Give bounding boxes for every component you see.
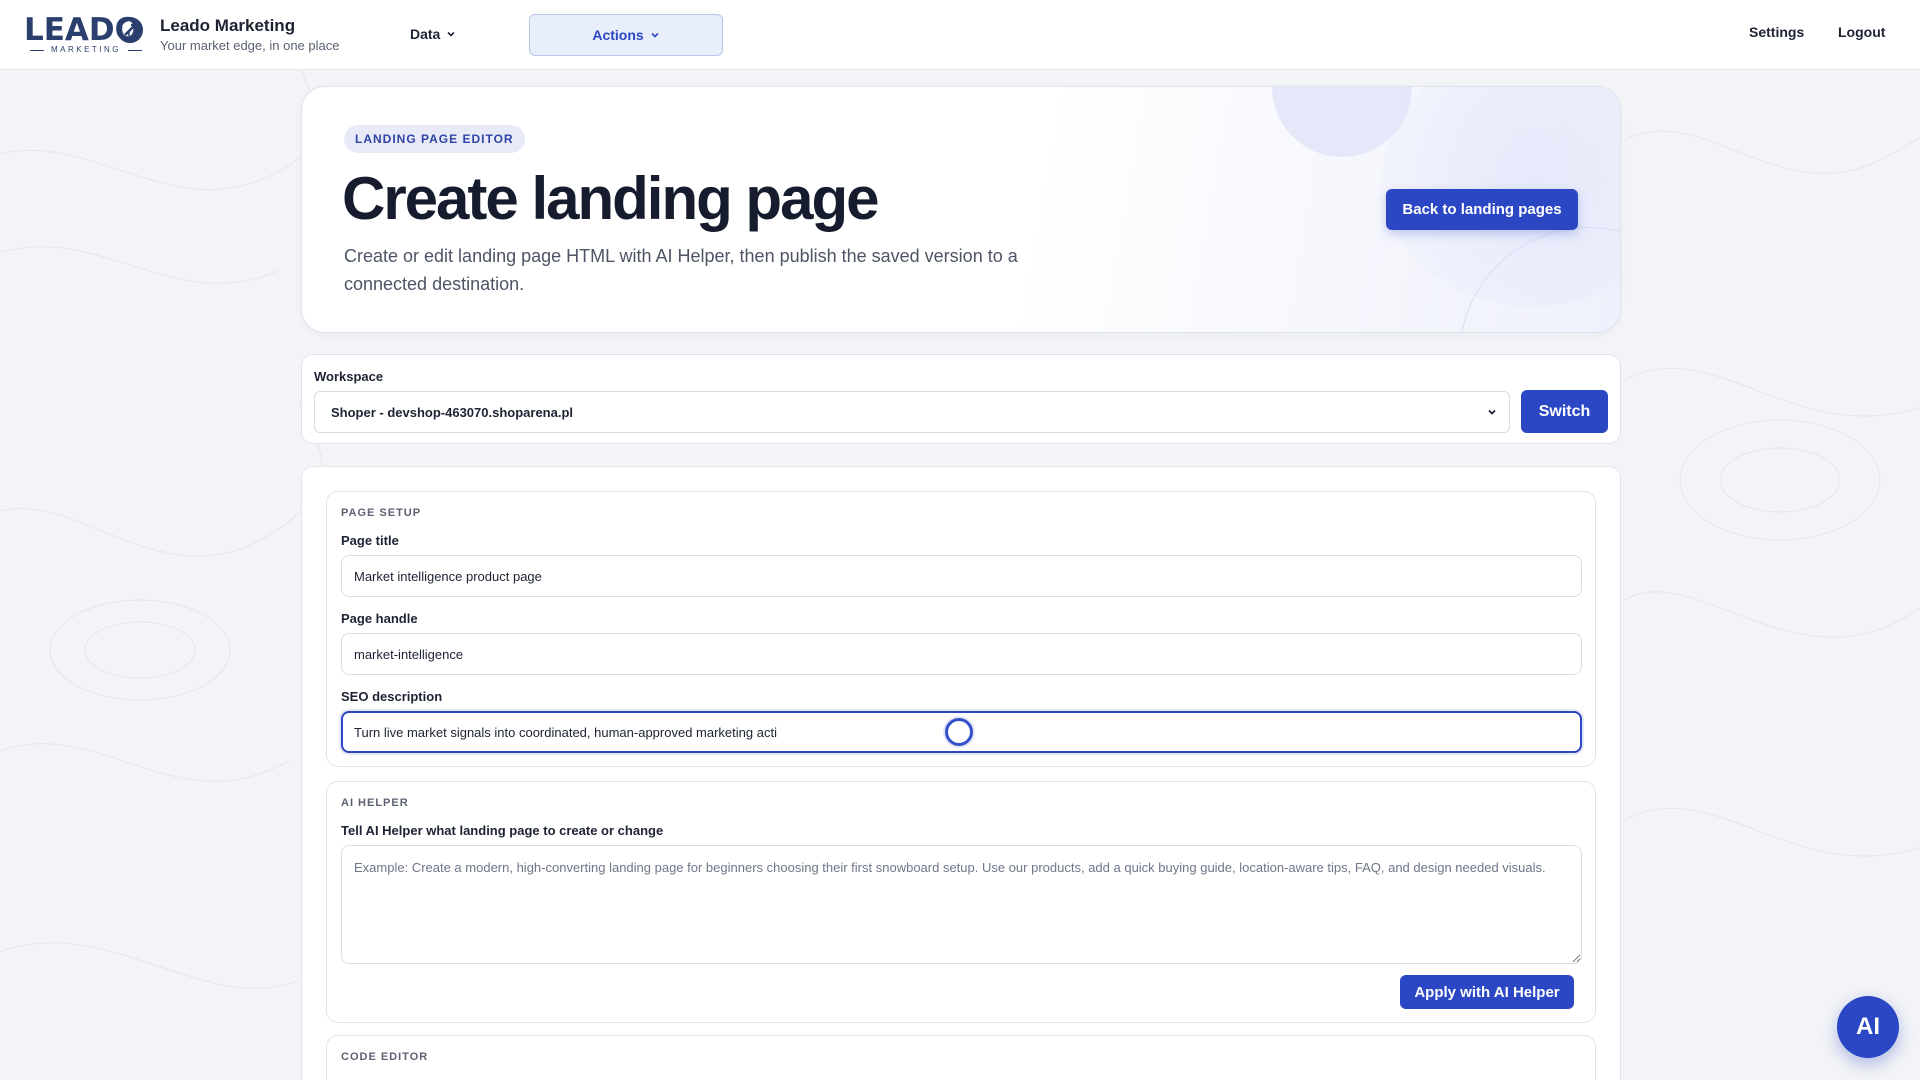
page-title: Create landing page: [342, 165, 879, 232]
logo-target-icon: [117, 17, 143, 43]
logo-subtitle: MARKETING: [30, 45, 142, 55]
nav-settings-link[interactable]: Settings: [1749, 24, 1804, 40]
page-handle-input[interactable]: [341, 633, 1582, 675]
seo-description-label: SEO description: [341, 689, 443, 704]
ai-prompt-label: Tell AI Helper what landing page to crea…: [341, 823, 664, 838]
ai-helper-heading: AI HELPER: [341, 797, 409, 809]
nav-actions-label: Actions: [592, 27, 644, 43]
code-editor-section: CODE EDITOR: [326, 1035, 1596, 1080]
editor-badge: LANDING PAGE EDITOR: [344, 125, 525, 153]
apply-ai-helper-button[interactable]: Apply with AI Helper: [1400, 975, 1574, 1009]
brand-tagline: Your market edge, in one place: [160, 38, 340, 53]
top-navigation-bar: LEADO MARKETING Leado Marketing Your mar…: [0, 0, 1920, 70]
mouse-cursor: [945, 718, 973, 746]
page-description: Create or edit landing page HTML with AI…: [344, 246, 1018, 294]
workspace-selected-value: Shoper - devshop-463070.shoparena.pl: [331, 404, 574, 420]
ai-assistant-button[interactable]: AI: [1837, 996, 1899, 1058]
nav-data-menu[interactable]: Data: [410, 22, 456, 46]
nav-logout-link[interactable]: Logout: [1838, 24, 1885, 40]
brand-name: Leado Marketing: [160, 16, 296, 35]
back-to-landing-pages-button[interactable]: Back to landing pages: [1386, 189, 1578, 230]
hero-card: LANDING PAGE EDITOR Create landing page …: [301, 86, 1621, 333]
chevron-down-icon: [447, 31, 455, 37]
page-handle-label: Page handle: [341, 611, 418, 626]
nav-data-label: Data: [410, 26, 441, 42]
nav-actions-menu[interactable]: Actions: [529, 14, 723, 56]
ai-prompt-textarea[interactable]: [341, 845, 1582, 964]
switch-workspace-button[interactable]: Switch: [1521, 390, 1608, 433]
ai-helper-section: AI HELPER Tell AI Helper what landing pa…: [326, 781, 1596, 1023]
workspace-label: Workspace: [314, 369, 384, 384]
page-setup-heading: PAGE SETUP: [341, 507, 422, 519]
leado-logo[interactable]: LEADO MARKETING: [24, 12, 148, 56]
editor-card: PAGE SETUP Page title Page handle SEO de…: [301, 466, 1621, 1080]
page-title-input[interactable]: [341, 555, 1582, 597]
code-editor-heading: CODE EDITOR: [341, 1051, 429, 1063]
page-title-label: Page title: [341, 533, 399, 548]
workspace-card: Workspace Shoper - devshop-463070.shopar…: [301, 354, 1621, 444]
workspace-select[interactable]: Shoper - devshop-463070.shoparena.pl: [314, 391, 1510, 433]
chevron-down-icon: [651, 32, 659, 38]
chevron-down-icon: [1488, 409, 1496, 415]
